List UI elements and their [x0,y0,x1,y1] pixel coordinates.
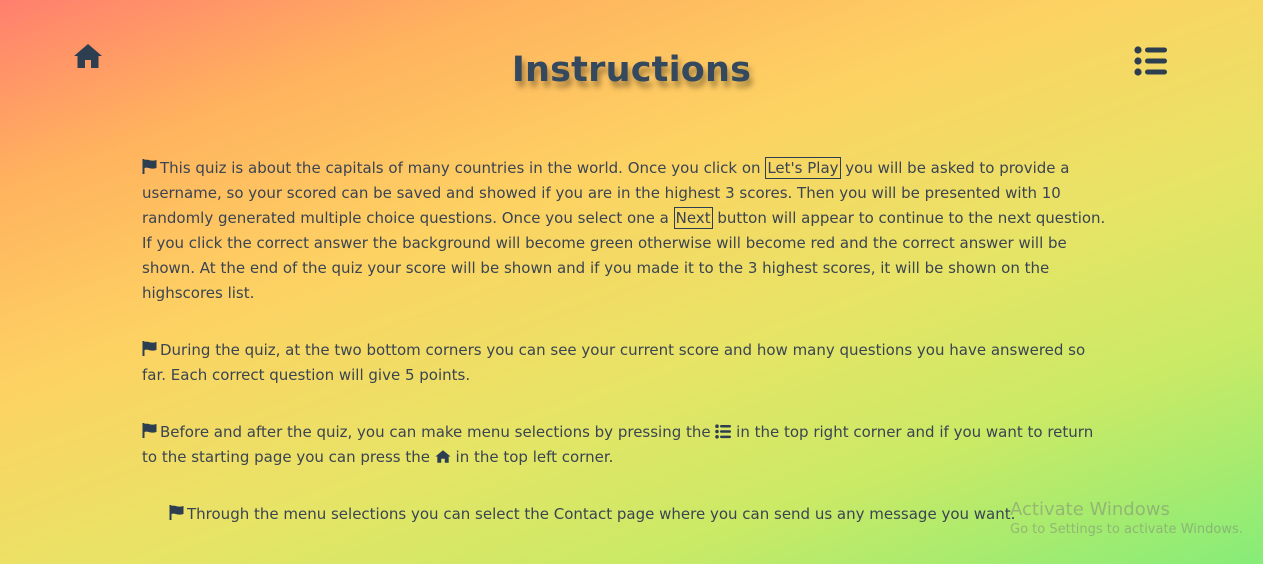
flag-icon [169,505,184,520]
flag-icon [142,423,157,438]
next-label: Next [673,207,713,229]
windows-activation-watermark: Activate Windows Go to Settings to activ… [1010,499,1243,539]
instruction-text: During the quiz, at the two bottom corne… [142,341,1086,384]
flag-icon [142,341,157,356]
lets-play-label: Let's Play [765,157,841,179]
instruction-paragraph-4: Through the menu selections you can sele… [142,502,1112,527]
list-icon [715,424,732,439]
home-icon [435,450,451,463]
instruction-paragraph-1: This quiz is about the capitals of many … [142,156,1112,306]
flag-icon [142,159,157,174]
instructions-content: This quiz is about the capitals of many … [142,156,1112,559]
instruction-text: Before and after the quiz, you can make … [160,423,716,441]
instruction-text: Through the menu selections you can sele… [187,505,1016,523]
instruction-text: This quiz is about the capitals of many … [160,159,766,177]
page-title: Instructions [511,50,752,90]
instruction-paragraph-2: During the quiz, at the two bottom corne… [142,338,1112,388]
watermark-title: Activate Windows [1010,499,1170,520]
instruction-text: in the top left corner. [450,448,614,466]
watermark-subtitle: Go to Settings to activate Windows. [1010,522,1243,537]
instruction-paragraph-3: Before and after the quiz, you can make … [142,420,1112,470]
